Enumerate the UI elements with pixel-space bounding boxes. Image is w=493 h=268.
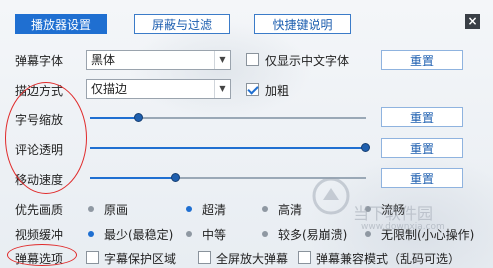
- close-button[interactable]: ×: [465, 14, 480, 29]
- opacity-reset-button[interactable]: 重置: [381, 138, 463, 158]
- scale-slider-thumb[interactable]: [134, 113, 143, 122]
- opacity-slider-thumb[interactable]: [361, 143, 370, 152]
- speed-slider-fill: [90, 177, 176, 179]
- chinese-font-only-checkbox[interactable]: [246, 53, 259, 66]
- quality-row-label: 优先画质: [15, 203, 64, 217]
- chinese-font-only-label: 仅显示中文字体: [265, 54, 350, 68]
- fullscreen-enlarge-checkbox[interactable]: [198, 251, 211, 264]
- quality-radio-original[interactable]: [88, 206, 94, 212]
- quality-radio-high[interactable]: [262, 206, 268, 212]
- annotation-ellipse-options: [7, 244, 77, 266]
- quality-label-super: 超清: [202, 203, 227, 217]
- buffer-radio-more[interactable]: [262, 231, 268, 237]
- buffer-radio-medium[interactable]: [186, 231, 192, 237]
- speed-slider-thumb[interactable]: [171, 173, 180, 182]
- watermark: 当下软件园 www.downxia.com: [303, 170, 493, 268]
- font-select[interactable]: 黑体 ▼: [86, 50, 231, 70]
- tab-block-filter[interactable]: 屏蔽与过滤: [134, 14, 230, 34]
- watermark-text: 当下软件园: [353, 204, 434, 223]
- bold-checkbox[interactable]: [246, 83, 259, 96]
- chevron-down-icon: ▼: [214, 80, 230, 98]
- watermark-url: www.downxia.com: [361, 222, 445, 232]
- annotation-ellipse-sliders: [5, 82, 87, 194]
- font-row-label: 弹幕字体: [15, 54, 64, 68]
- buffer-label-min: 最少(最稳定): [104, 228, 174, 242]
- watermark-logo-icon: [312, 177, 350, 215]
- subtitle-protect-label: 字幕保护区域: [104, 252, 177, 266]
- stroke-select[interactable]: 仅描边 ▼: [86, 79, 231, 99]
- opacity-slider-fill: [90, 147, 366, 149]
- subtitle-protect-checkbox[interactable]: [86, 251, 99, 264]
- buffer-row-label: 视频缓冲: [15, 228, 64, 242]
- font-reset-button[interactable]: 重置: [381, 50, 463, 70]
- scale-reset-button[interactable]: 重置: [381, 107, 463, 127]
- chevron-down-icon: ▼: [214, 51, 230, 69]
- quality-label-high: 高清: [278, 203, 303, 217]
- quality-radio-super[interactable]: [186, 206, 192, 212]
- font-select-value: 黑体: [91, 53, 116, 67]
- scale-slider-fill: [90, 117, 139, 119]
- quality-label-original: 原画: [104, 203, 129, 217]
- stroke-select-value: 仅描边: [91, 82, 128, 96]
- tab-player-settings[interactable]: 播放器设置: [15, 14, 107, 34]
- buffer-label-medium: 中等: [202, 228, 227, 242]
- buffer-radio-min[interactable]: [88, 231, 94, 237]
- fullscreen-enlarge-label: 全屏放大弹幕: [216, 252, 289, 266]
- bold-label: 加粗: [265, 84, 290, 98]
- tab-shortcuts[interactable]: 快捷键说明: [254, 14, 351, 34]
